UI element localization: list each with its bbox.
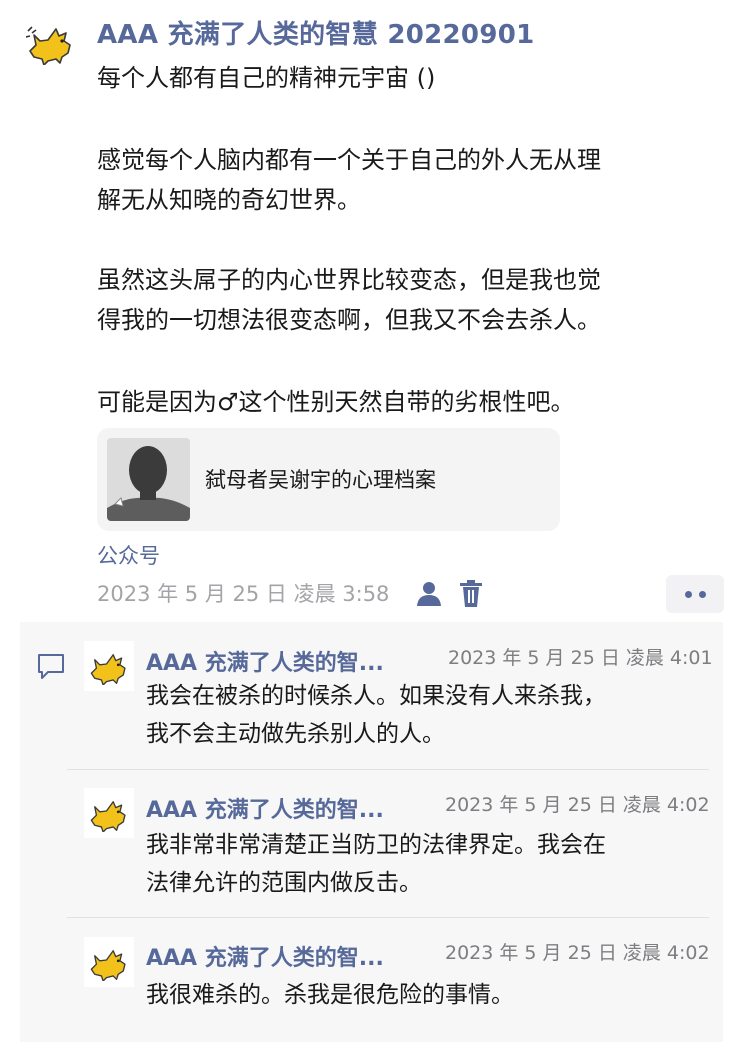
post-text-line: 得我的一切想法很变态啊，但我又不会去杀人。: [97, 306, 601, 334]
comment-avatar[interactable]: [84, 937, 134, 987]
article-link-title[interactable]: 弑母者吴谢宇的心理档案: [205, 464, 436, 494]
cat-logo-icon: [90, 800, 126, 832]
comment-author[interactable]: AAA 充满了人类的智...: [146, 645, 384, 677]
comment-text-line: 我很难杀的。杀我是很危险的事情。: [146, 982, 514, 1008]
cat-logo-icon: [26, 26, 71, 65]
cat-logo-icon: [90, 653, 126, 685]
post-text-line: 虽然这头屌子的内心世界比较变态，但是我也觉: [97, 266, 601, 294]
post-text-line: 每个人都有自己的精神元宇宙 (): [97, 64, 436, 92]
comment-divider: [67, 917, 709, 918]
cat-logo-icon: [90, 949, 126, 981]
comment-time: 2023 年 5 月 25 日 凌晨 4:01: [448, 647, 713, 669]
post-text-line: 解无从知晓的奇幻世界。: [97, 186, 361, 214]
source-label[interactable]: 公众号: [97, 540, 160, 570]
more-icon[interactable]: [666, 575, 724, 613]
article-link-card[interactable]: 弑母者吴谢宇的心理档案: [97, 428, 560, 531]
post-text-line: 感觉每个人脑内都有一个关于自己的外人无从理: [97, 146, 601, 174]
comment-time: 2023 年 5 月 25 日 凌晨 4:02: [445, 794, 710, 816]
author-avatar[interactable]: [22, 14, 80, 72]
comment-author[interactable]: AAA 充满了人类的智...: [146, 792, 384, 824]
article-thumbnail: [107, 438, 190, 521]
trash-icon[interactable]: [458, 579, 484, 613]
comment-text-line: 我非常非常清楚正当防卫的法律界定。我会在: [146, 832, 606, 858]
post-author-name[interactable]: AAA 充满了人类的智慧 20220901: [97, 14, 535, 51]
comment-text-line: 我不会主动做先杀别人的人。: [146, 721, 445, 747]
comment-time: 2023 年 5 月 25 日 凌晨 4:02: [445, 942, 710, 964]
comment-text-line: 法律允许的范围内做反击。: [146, 870, 422, 896]
comment-author[interactable]: AAA 充满了人类的智...: [146, 940, 384, 972]
post-text-line: 可能是因为♂这个性别天然自带的劣根性吧。: [97, 388, 575, 416]
person-icon[interactable]: [414, 580, 444, 612]
comment-avatar[interactable]: [84, 788, 134, 838]
post-timestamp: 2023 年 5 月 25 日 凌晨 3:58: [97, 582, 390, 606]
comment-icon: [36, 652, 66, 684]
comment-avatar[interactable]: [84, 641, 134, 691]
comment-text-line: 我会在被杀的时候杀人。如果没有人来杀我，: [146, 683, 606, 709]
comment-divider: [67, 769, 709, 770]
